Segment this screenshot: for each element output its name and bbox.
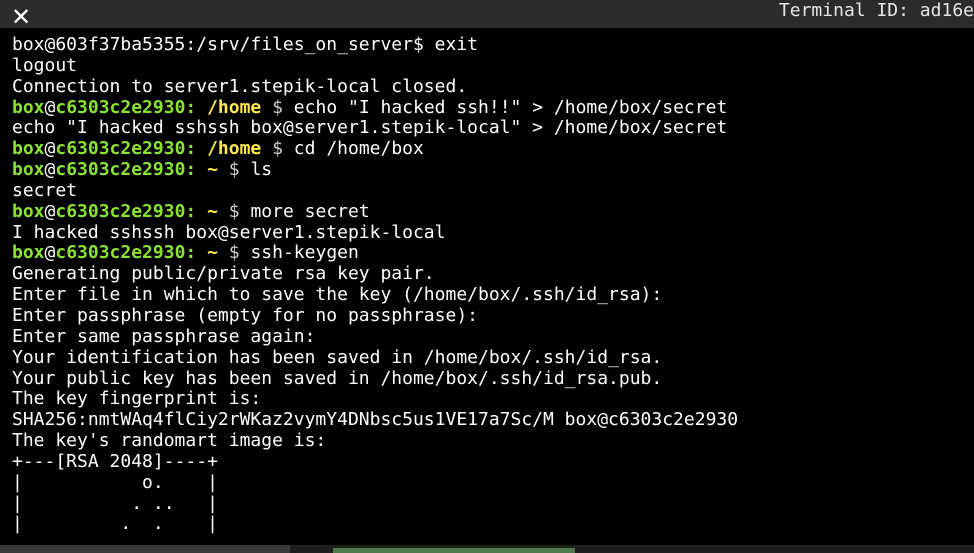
prompt-symbol: $ bbox=[217, 159, 240, 181]
prompt-path: /home bbox=[196, 138, 262, 160]
prompt-user: box bbox=[12, 242, 45, 264]
command-text: cd /home/box bbox=[282, 138, 424, 160]
prompt-at: @ bbox=[44, 200, 56, 222]
output-text: Connection to server1.stepik-local close… bbox=[12, 75, 468, 97]
prompt-path: ~ bbox=[196, 242, 218, 264]
prompt-line: box@c6303c2e2930: ~ $ more secret bbox=[12, 200, 974, 223]
output-text: | o. | bbox=[12, 471, 218, 493]
command-text: more secret bbox=[239, 200, 370, 222]
prompt-path: /home bbox=[196, 96, 262, 118]
output-text: logout bbox=[12, 54, 78, 76]
output-text: Generating public/private rsa key pair. bbox=[12, 263, 435, 285]
output-text: box@603f37ba5355:/srv/files_on_server$ e… bbox=[12, 35, 478, 55]
horizontal-scrollbar[interactable] bbox=[0, 545, 974, 553]
prompt-line: box@c6303c2e2930: ~ $ ssh-keygen bbox=[12, 243, 974, 264]
terminal-line: logout bbox=[12, 54, 974, 77]
terminal-line: Enter passphrase (empty for no passphras… bbox=[12, 304, 974, 327]
output-text: +---[RSA 2048]----+ bbox=[12, 450, 218, 472]
title-bar: ✕ Terminal ID: ad16e bbox=[0, 0, 974, 30]
prompt-user: box bbox=[12, 159, 45, 181]
output-text: The key fingerprint is: bbox=[12, 388, 262, 410]
randomart-line: | . .. | bbox=[12, 492, 974, 515]
command-text: ls bbox=[239, 159, 273, 181]
output-text: Enter same passphrase again: bbox=[12, 325, 316, 347]
prompt-host: c6303c2e2930: bbox=[55, 138, 197, 160]
randomart-line: +---[RSA 2048]----+ bbox=[12, 450, 974, 473]
terminal-window: ✕ Terminal ID: ad16e box@603f37ba5355:/s… bbox=[0, 0, 974, 553]
output-text: Enter passphrase (empty for no passphras… bbox=[12, 304, 478, 326]
prompt-path: ~ bbox=[196, 200, 218, 222]
prompt-host: c6303c2e2930: bbox=[55, 96, 197, 118]
terminal-line: Generating public/private rsa key pair. bbox=[12, 263, 974, 285]
command-text: ssh-keygen bbox=[239, 242, 359, 264]
prompt-line: box@c6303c2e2930: /home $ cd /home/box bbox=[12, 138, 974, 160]
prompt-host: c6303c2e2930: bbox=[55, 242, 197, 264]
output-text: Enter file in which to save the key (/ho… bbox=[12, 284, 663, 306]
prompt-host: c6303c2e2930: bbox=[55, 159, 197, 181]
terminal-line: Your public key has been saved in /home/… bbox=[12, 367, 974, 390]
output-text: | . . | bbox=[12, 513, 218, 535]
output-text: | . .. | bbox=[12, 492, 218, 514]
prompt-at: @ bbox=[44, 138, 56, 160]
terminal-line: secret bbox=[12, 179, 974, 202]
terminal-id-label: Terminal ID: ad16e bbox=[778, 0, 974, 21]
prompt-symbol: $ bbox=[261, 96, 283, 118]
randomart-line: | . . | bbox=[12, 513, 974, 535]
scrollbar-track-segment bbox=[0, 545, 290, 553]
prompt-at: @ bbox=[44, 96, 56, 118]
output-text: Your public key has been saved in /home/… bbox=[12, 367, 663, 389]
terminal-line: echo "I hacked sshssh box@server1.stepik… bbox=[12, 117, 974, 139]
terminal-line: The key fingerprint is: bbox=[12, 388, 974, 410]
prompt-path: ~ bbox=[196, 159, 218, 181]
prompt-symbol: $ bbox=[217, 200, 240, 222]
prompt-at: @ bbox=[44, 242, 56, 264]
terminal-line: Your identification has been saved in /h… bbox=[12, 346, 974, 369]
output-text: The key's randomart image is: bbox=[12, 430, 327, 452]
output-text: echo "I hacked sshssh box@server1.stepik… bbox=[12, 117, 728, 139]
prompt-host: c6303c2e2930: bbox=[55, 200, 197, 222]
output-text: secret bbox=[12, 179, 78, 201]
prompt-symbol: $ bbox=[261, 138, 283, 160]
scrollbar-thumb[interactable] bbox=[333, 548, 575, 553]
prompt-line: box@c6303c2e2930: ~ $ ls bbox=[12, 159, 974, 181]
prompt-user: box bbox=[12, 138, 45, 160]
prompt-at: @ bbox=[44, 159, 56, 181]
command-text: echo "I hacked ssh!!" > /home/box/secret bbox=[282, 96, 728, 118]
terminal-line: box@603f37ba5355:/srv/files_on_server$ e… bbox=[12, 35, 974, 56]
close-icon[interactable]: ✕ bbox=[8, 4, 34, 30]
terminal-line: Enter file in which to save the key (/ho… bbox=[12, 284, 974, 306]
terminal-line: I hacked sshssh box@server1.stepik-local bbox=[12, 221, 974, 244]
terminal-line: Connection to server1.stepik-local close… bbox=[12, 75, 974, 98]
output-text: Your identification has been saved in /h… bbox=[12, 346, 663, 368]
terminal-line: The key's randomart image is: bbox=[12, 430, 974, 452]
prompt-user: box bbox=[12, 96, 45, 118]
terminal-output[interactable]: box@603f37ba5355:/srv/files_on_server$ e… bbox=[0, 35, 974, 543]
prompt-line: box@c6303c2e2930: /home $ echo "I hacked… bbox=[12, 96, 974, 119]
terminal-line: Enter same passphrase again: bbox=[12, 325, 974, 348]
randomart-line: | o. | bbox=[12, 471, 974, 494]
prompt-user: box bbox=[12, 200, 45, 222]
terminal-line: SHA256:nmtWAq4flCiy2rWKaz2vymY4DNbsc5us1… bbox=[12, 409, 974, 431]
output-text: SHA256:nmtWAq4flCiy2rWKaz2vymY4DNbsc5us1… bbox=[12, 409, 739, 431]
prompt-symbol: $ bbox=[217, 242, 240, 264]
output-text: I hacked sshssh box@server1.stepik-local bbox=[12, 221, 446, 243]
